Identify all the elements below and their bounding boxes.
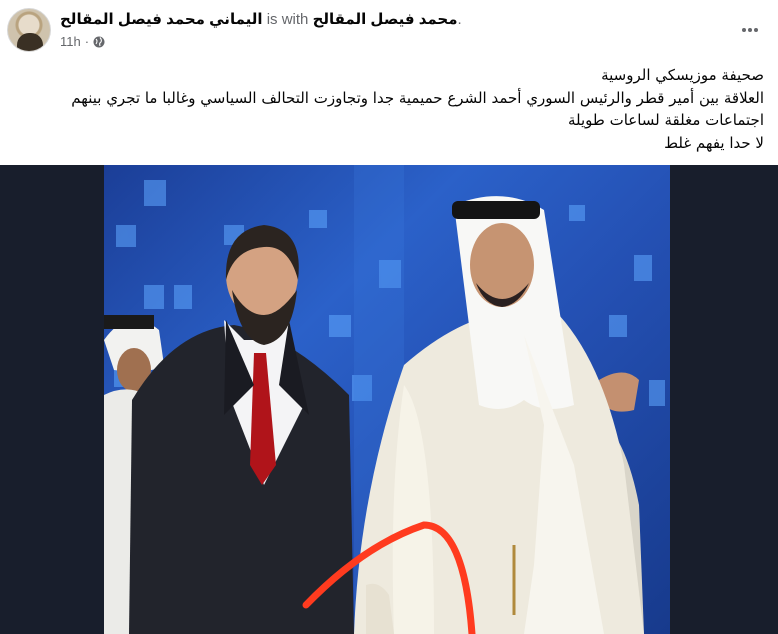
post-text-line: لا حدا يفهم غلط	[664, 133, 764, 152]
post-text-line: اجتماعات مغلقة لساعات طويلة	[567, 111, 764, 129]
post-text-line: العلاقة بين أمير قطر والرئيس السوري أحمد…	[71, 88, 764, 107]
globe-icon[interactable]	[93, 36, 105, 48]
end-punct: .	[457, 11, 462, 28]
post-photo[interactable]	[104, 165, 670, 634]
post-header: اليماني محمد فيصل المقالح is with محمد ف…	[0, 0, 778, 60]
post-time[interactable]: 11h	[60, 34, 81, 49]
more-options-button[interactable]	[736, 16, 764, 44]
more-icon	[742, 28, 758, 32]
post-meta: 11h ·	[60, 34, 105, 49]
tagged-name[interactable]: محمد فيصل المقالح	[313, 11, 458, 28]
photo-illustration	[104, 165, 665, 634]
author-avatar[interactable]	[7, 8, 51, 52]
post-photo-area[interactable]	[0, 165, 778, 634]
post-text: صحيفة موزيسكي الروسية العلاقة بين أمير ق…	[24, 64, 764, 154]
author-name[interactable]: اليماني محمد فيصل المقالح	[60, 11, 263, 28]
with-label: is with	[266, 11, 309, 28]
post-text-line: صحيفة موزيسكي الروسية	[601, 66, 764, 84]
meta-separator: ·	[84, 34, 90, 49]
author-line: اليماني محمد فيصل المقالح is with محمد ف…	[60, 10, 462, 30]
